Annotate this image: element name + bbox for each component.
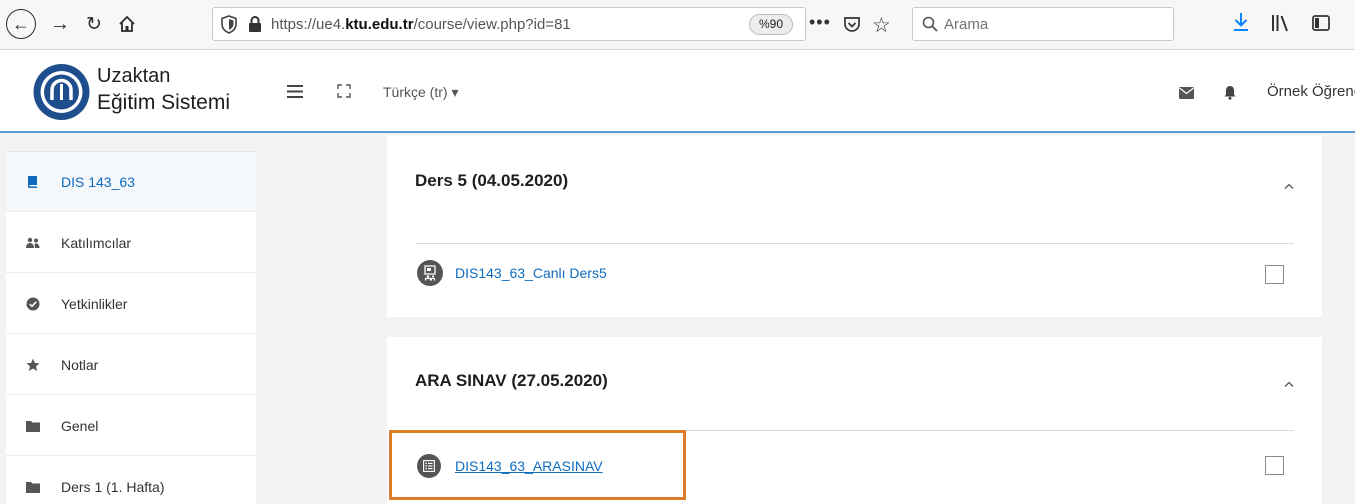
home-icon bbox=[119, 15, 135, 32]
chevron-up-icon[interactable] bbox=[1284, 183, 1294, 189]
live-class-icon[interactable] bbox=[417, 260, 443, 286]
hamburger-menu-icon[interactable] bbox=[287, 85, 303, 98]
url-text[interactable]: https://ue4.ktu.edu.tr/course/view.php?i… bbox=[271, 16, 571, 33]
url-bar[interactable]: https://ue4.ktu.edu.tr/course/view.php?i… bbox=[212, 7, 891, 41]
page-actions-button[interactable]: ••• bbox=[809, 12, 831, 33]
course-section: Ders 5 (04.05.2020) DIS143_63_Canlı Ders… bbox=[387, 135, 1322, 317]
drawer-item-participants[interactable]: Katılımcılar bbox=[6, 213, 256, 273]
users-icon bbox=[26, 236, 40, 250]
drawer-item-competencies[interactable]: Yetkinlikler bbox=[6, 274, 256, 334]
drawer-item-week1[interactable]: Ders 1 (1. Hafta) bbox=[6, 457, 256, 504]
ktu-logo[interactable] bbox=[32, 54, 91, 130]
section-title[interactable]: Ders 5 (04.05.2020) bbox=[415, 171, 568, 191]
drawer-item-label: Notlar bbox=[61, 356, 99, 373]
folder-icon bbox=[26, 480, 40, 494]
brand-title-line1[interactable]: Uzaktan bbox=[97, 65, 170, 88]
completion-checkbox[interactable] bbox=[1265, 265, 1284, 284]
lock-icon[interactable] bbox=[248, 16, 262, 32]
drawer-item-label: DIS 143_63 bbox=[61, 173, 135, 190]
forward-button[interactable]: → bbox=[45, 9, 75, 39]
reload-button[interactable]: ↻ bbox=[79, 9, 109, 39]
section-title[interactable]: ARA SINAV (27.05.2020) bbox=[415, 371, 608, 391]
check-circle-icon bbox=[26, 297, 40, 311]
search-icon bbox=[922, 16, 938, 32]
url-prefix: https://ue4. bbox=[271, 16, 346, 33]
drawer-item-label: Genel bbox=[61, 417, 99, 434]
url-path: /course/view.php?id=81 bbox=[413, 16, 571, 33]
back-button[interactable]: ← bbox=[6, 9, 36, 39]
nav-drawer: DIS 143_63 Katılımcılar Yetkinlikler Not… bbox=[0, 135, 262, 504]
drawer-list: DIS 143_63 Katılımcılar Yetkinlikler Not… bbox=[6, 151, 256, 504]
drawer-item-course[interactable]: DIS 143_63 bbox=[6, 152, 256, 212]
zoom-level-button[interactable]: %90 bbox=[749, 14, 794, 35]
course-icon bbox=[26, 175, 40, 189]
pocket-icon[interactable] bbox=[843, 16, 861, 34]
messages-icon[interactable] bbox=[1179, 87, 1194, 99]
fullscreen-icon[interactable] bbox=[337, 84, 351, 98]
notifications-bell-icon[interactable] bbox=[1224, 85, 1236, 100]
section-divider bbox=[415, 243, 1294, 244]
language-menu[interactable]: Türkçe (tr) ▾ bbox=[383, 84, 458, 101]
completion-checkbox[interactable] bbox=[1265, 456, 1284, 475]
star-icon bbox=[26, 358, 40, 372]
drawer-item-label: Ders 1 (1. Hafta) bbox=[61, 478, 165, 495]
activity-link[interactable]: DIS143_63_Canlı Ders5 bbox=[455, 265, 607, 281]
user-menu[interactable]: Örnek Öğrenci bbox=[1267, 83, 1355, 100]
site-navbar: Uzaktan Eğitim Sistemi Türkçe (tr) ▾ Örn… bbox=[0, 50, 1355, 133]
shield-icon[interactable] bbox=[221, 15, 237, 34]
drawer-item-label: Katılımcılar bbox=[61, 234, 132, 251]
library-icon[interactable] bbox=[1271, 14, 1291, 32]
highlight-annotation bbox=[389, 430, 686, 500]
drawer-item-grades[interactable]: Notlar bbox=[6, 335, 256, 395]
search-bar[interactable]: Arama bbox=[912, 7, 1174, 41]
drawer-item-label: Yetkinlikler bbox=[61, 295, 128, 312]
chevron-up-icon[interactable] bbox=[1284, 381, 1294, 387]
brand-title-line2[interactable]: Eğitim Sistemi bbox=[97, 91, 230, 115]
sidebars-icon[interactable] bbox=[1312, 14, 1330, 32]
bookmark-star-icon[interactable]: ☆ bbox=[872, 13, 891, 38]
drawer-item-general[interactable]: Genel bbox=[6, 396, 256, 456]
search-placeholder: Arama bbox=[944, 16, 989, 33]
url-domain: ktu.edu.tr bbox=[345, 16, 414, 33]
home-button[interactable] bbox=[112, 9, 142, 39]
browser-toolbar: ← → ↻ https://ue4.ktu.edu.tr/course/view… bbox=[0, 0, 1355, 50]
folder-icon bbox=[26, 419, 40, 433]
download-icon[interactable] bbox=[1232, 12, 1250, 32]
